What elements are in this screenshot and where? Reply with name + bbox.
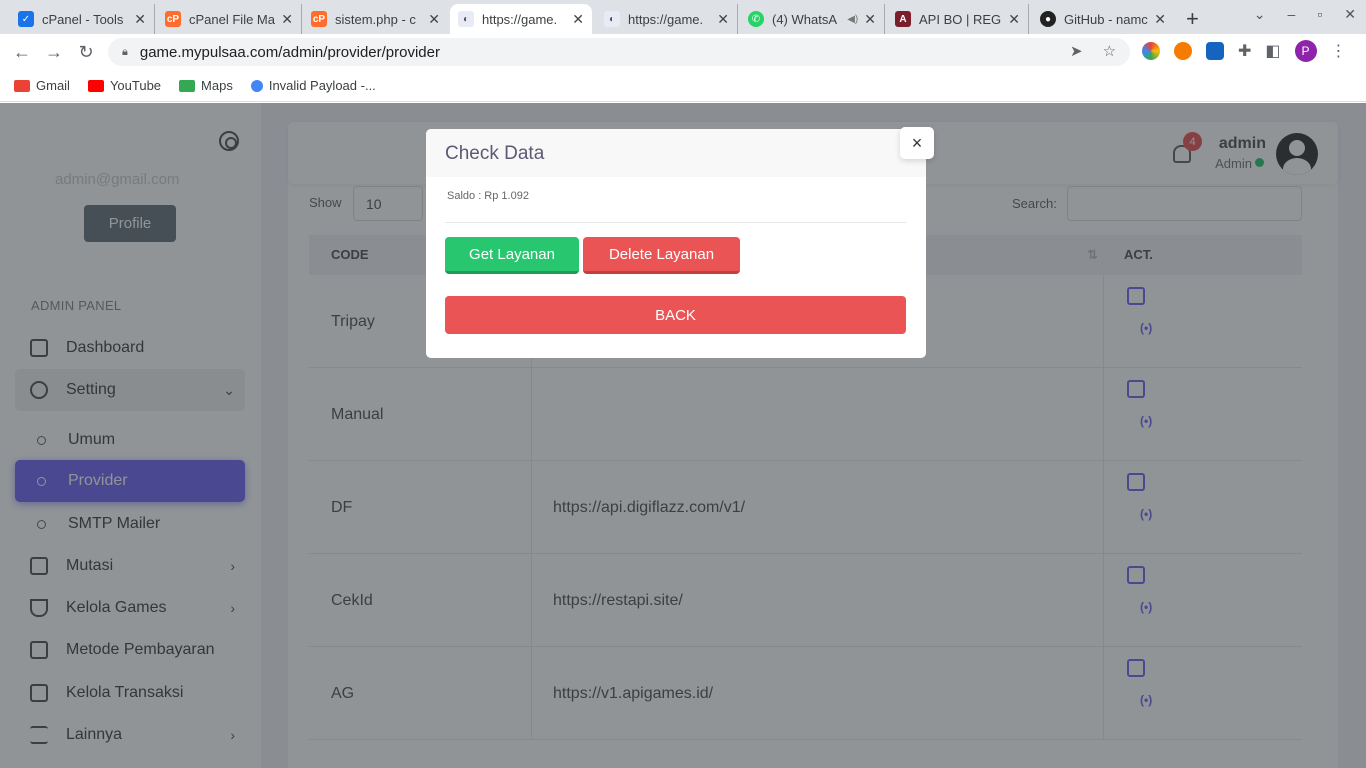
browser-tab[interactable]: ● GitHub - namc ✕ [1032, 4, 1174, 34]
browser-tab-bar: ✓ cPanel - Tools ✕ cP cPanel File Ma ✕ c… [0, 0, 1366, 34]
omnibox-actions: ➤ ☆ [1070, 42, 1116, 60]
bookmark-label: YouTube [109, 78, 162, 93]
extension-icon[interactable] [1174, 42, 1192, 60]
modal-title: Check Data [445, 143, 545, 164]
url-text: game.mypulsaa.com/admin/provider/provide… [139, 43, 440, 61]
close-tab-icon[interactable]: ✕ [428, 11, 440, 28]
tab-title: https://game. [482, 11, 558, 27]
google-icon [250, 79, 263, 92]
lock-icon: 🔒︎ [122, 45, 128, 58]
close-tab-icon[interactable]: ✕ [717, 11, 729, 28]
delete-layanan-button[interactable]: Delete Layanan [583, 237, 740, 274]
close-window-icon[interactable]: ✕ [1344, 6, 1356, 23]
speaker-icon: ◀) [847, 13, 859, 25]
saldo-text: Saldo : Rp 1.092 [447, 190, 529, 202]
bookmark-gmail[interactable]: Gmail [14, 78, 70, 93]
gmail-icon [14, 79, 30, 92]
divider [445, 222, 906, 223]
tab-search-icon[interactable]: ⌄ [1254, 6, 1266, 23]
browser-tab[interactable]: cP cPanel File Ma ✕ [157, 4, 302, 34]
tab-title: (4) WhatsA [772, 11, 838, 27]
site-icon: ◐ [458, 11, 474, 27]
bookmark-label: Invalid Payload -... [268, 78, 376, 93]
whatsapp-icon: ✆ [748, 11, 764, 27]
puzzle-icon[interactable]: ✚ [1238, 41, 1251, 61]
back-button[interactable]: BACK [445, 296, 906, 334]
bookmark-invalid-payload[interactable]: Invalid Payload -... [250, 78, 376, 93]
close-tab-icon[interactable]: ✕ [134, 11, 146, 28]
tab-title: sistem.php - c [335, 11, 416, 27]
bookmark-youtube[interactable]: YouTube [87, 78, 162, 93]
close-tab-icon[interactable]: ✕ [1008, 11, 1020, 28]
reload-icon[interactable]: ↻ [70, 42, 102, 63]
forward-icon[interactable]: → [38, 42, 70, 63]
extensions-area: ✚ ◧ P ⋮ [1142, 40, 1347, 62]
youtube-icon [87, 79, 104, 92]
bookmark-star-icon[interactable]: ☆ [1103, 42, 1116, 60]
maps-icon [179, 79, 196, 92]
new-tab-button[interactable]: + [1186, 6, 1199, 32]
send-icon[interactable]: ➤ [1070, 42, 1083, 60]
close-tab-icon[interactable]: ✕ [864, 11, 876, 28]
browser-tab[interactable]: ◐ https://game. ✕ [596, 4, 738, 34]
modal-header: Check Data [426, 129, 926, 177]
close-tab-icon[interactable]: ✕ [572, 11, 584, 28]
browser-tab-active[interactable]: ◐ https://game. ✕ [450, 4, 592, 34]
profile-avatar[interactable]: P [1294, 40, 1317, 62]
minimize-icon[interactable]: – [1288, 6, 1296, 23]
browser-tab[interactable]: ✆ (4) WhatsA ◀) ✕ [740, 4, 885, 34]
browser-tab[interactable]: cP sistem.php - c ✕ [303, 4, 448, 34]
back-icon[interactable]: ← [6, 42, 38, 63]
tab-title: cPanel File Ma [189, 11, 275, 27]
tab-title: cPanel - Tools [42, 11, 124, 27]
close-icon[interactable]: × [900, 127, 934, 159]
close-tab-icon[interactable]: ✕ [281, 11, 293, 28]
cpanel-orange-icon: cP [165, 11, 181, 27]
bookmark-maps[interactable]: Maps [179, 78, 233, 93]
maximize-icon[interactable]: ▫ [1317, 6, 1322, 23]
bookmarks-bar: Gmail YouTube Maps Invalid Payload -... [0, 70, 1366, 102]
bookmark-label: Maps [201, 78, 233, 93]
side-panel-icon[interactable]: ◧ [1265, 41, 1280, 61]
site-icon: ◐ [604, 11, 620, 27]
tab-title: GitHub - namc [1064, 11, 1148, 27]
window-controls: ⌄ – ▫ ✕ [1254, 6, 1356, 23]
bookmark-label: Gmail [36, 78, 70, 93]
browser-tab[interactable]: ✓ cPanel - Tools ✕ [10, 4, 155, 34]
shield-icon[interactable] [1206, 42, 1224, 60]
cpanel-orange-icon: cP [311, 11, 327, 27]
tab-title: API BO | REGI [919, 11, 1003, 27]
tab-title: https://game. [628, 11, 704, 27]
github-icon: ● [1040, 11, 1056, 27]
extension-icon[interactable] [1142, 42, 1160, 60]
close-tab-icon[interactable]: ✕ [1154, 11, 1166, 28]
get-layanan-button[interactable]: Get Layanan [445, 237, 579, 274]
cpanel-icon: ✓ [18, 11, 34, 27]
menu-icon[interactable]: ⋮ [1331, 41, 1347, 61]
browser-tab[interactable]: A API BO | REGI ✕ [887, 4, 1029, 34]
address-bar[interactable]: 🔒︎ game.mypulsaa.com/admin/provider/prov… [108, 38, 1130, 66]
api-icon: A [895, 11, 911, 27]
